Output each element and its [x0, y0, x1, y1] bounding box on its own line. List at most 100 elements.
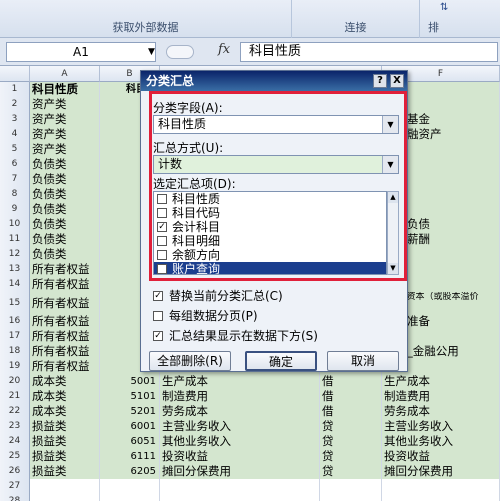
- table-cell[interactable]: 负债类: [30, 202, 100, 217]
- row-header[interactable]: 22: [0, 404, 30, 419]
- table-cell[interactable]: 资产类: [30, 127, 100, 142]
- checkbox[interactable]: [153, 311, 163, 321]
- row-header[interactable]: 5: [0, 142, 30, 157]
- row-header[interactable]: 19: [0, 359, 30, 374]
- summary-function-select[interactable]: 计数 ▼: [153, 155, 399, 174]
- row-header[interactable]: 11: [0, 232, 30, 247]
- row-header[interactable]: 21: [0, 389, 30, 404]
- table-cell[interactable]: 摊回分保费用: [160, 464, 320, 479]
- formula-toggle-icon[interactable]: [166, 45, 194, 59]
- table-cell[interactable]: 负债类: [30, 247, 100, 262]
- table-cell[interactable]: 投资收益: [382, 449, 500, 464]
- table-cell[interactable]: 所有者权益: [30, 262, 100, 277]
- table-cell[interactable]: 借: [320, 374, 382, 389]
- table-cell[interactable]: 损益类: [30, 419, 100, 434]
- row-header[interactable]: 2: [0, 97, 30, 112]
- row-header[interactable]: 14: [0, 277, 30, 292]
- table-cell[interactable]: [382, 494, 500, 501]
- formula-input[interactable]: 科目性质: [240, 42, 498, 62]
- row-header[interactable]: 13: [0, 262, 30, 277]
- table-cell[interactable]: 贷: [320, 434, 382, 449]
- table-cell[interactable]: 其他业务收入: [382, 434, 500, 449]
- table-cell[interactable]: 成本类: [30, 404, 100, 419]
- ribbon-group-connections[interactable]: 连接: [292, 0, 420, 38]
- list-item[interactable]: ✓ 会计科目: [154, 220, 386, 234]
- checkbox[interactable]: [157, 236, 167, 246]
- table-cell[interactable]: [30, 494, 100, 501]
- checkbox[interactable]: [157, 208, 167, 218]
- table-cell[interactable]: 所有者权益: [30, 292, 100, 314]
- table-cell[interactable]: 贷: [320, 419, 382, 434]
- row-header[interactable]: 17: [0, 329, 30, 344]
- group-field-select[interactable]: 科目性质 ▼: [153, 115, 399, 134]
- summary-below-option[interactable]: ✓ 汇总结果显示在数据下方(S): [153, 329, 318, 343]
- table-cell[interactable]: 贷: [320, 449, 382, 464]
- row-header[interactable]: 9: [0, 202, 30, 217]
- table-cell[interactable]: 主营业务收入: [160, 419, 320, 434]
- table-cell[interactable]: 摊回分保费用: [382, 464, 500, 479]
- table-cell[interactable]: 6051: [100, 434, 160, 449]
- list-item[interactable]: 账户查询: [154, 262, 386, 274]
- table-cell[interactable]: 主营业务收入: [382, 419, 500, 434]
- close-button[interactable]: X: [390, 74, 404, 88]
- checkbox[interactable]: ✓: [157, 222, 167, 232]
- select-all-corner[interactable]: [0, 66, 30, 82]
- table-cell[interactable]: 劳务成本: [160, 404, 320, 419]
- table-cell[interactable]: 劳务成本: [382, 404, 500, 419]
- chevron-down-icon[interactable]: ▼: [382, 116, 398, 133]
- table-cell[interactable]: 生产成本: [382, 374, 500, 389]
- table-cell[interactable]: 资产类: [30, 97, 100, 112]
- table-cell[interactable]: 资产类: [30, 142, 100, 157]
- row-header[interactable]: 8: [0, 187, 30, 202]
- replace-current-option[interactable]: ✓ 替换当前分类汇总(C): [153, 289, 283, 303]
- sort-icon[interactable]: ⇅: [440, 2, 452, 16]
- row-header[interactable]: 15: [0, 292, 30, 314]
- chevron-down-icon[interactable]: ▼: [382, 156, 398, 173]
- row-header[interactable]: 10: [0, 217, 30, 232]
- row-header[interactable]: 23: [0, 419, 30, 434]
- checkbox[interactable]: ✓: [153, 291, 163, 301]
- list-item[interactable]: 科目性质: [154, 192, 386, 206]
- list-scrollbar[interactable]: ▲ ▼: [387, 191, 399, 275]
- row-header[interactable]: 25: [0, 449, 30, 464]
- list-item[interactable]: 余额方向: [154, 248, 386, 262]
- name-box[interactable]: A1: [6, 42, 156, 62]
- table-cell[interactable]: 6111: [100, 449, 160, 464]
- table-cell[interactable]: 负债类: [30, 187, 100, 202]
- row-header[interactable]: 4: [0, 127, 30, 142]
- chevron-down-icon[interactable]: ▼: [148, 47, 155, 57]
- table-cell[interactable]: 成本类: [30, 374, 100, 389]
- help-button[interactable]: ?: [373, 74, 387, 88]
- table-cell[interactable]: 损益类: [30, 449, 100, 464]
- list-item[interactable]: 科目代码: [154, 206, 386, 220]
- checkbox[interactable]: [157, 194, 167, 204]
- checkbox[interactable]: ✓: [153, 331, 163, 341]
- row-header[interactable]: 6: [0, 157, 30, 172]
- ok-button[interactable]: 确定: [245, 351, 317, 371]
- table-cell[interactable]: [30, 479, 100, 494]
- remove-all-button[interactable]: 全部删除(R): [149, 351, 231, 371]
- table-cell[interactable]: 所有者权益: [30, 344, 100, 359]
- table-cell[interactable]: 贷: [320, 464, 382, 479]
- list-item[interactable]: 科目明细: [154, 234, 386, 248]
- table-cell[interactable]: 5101: [100, 389, 160, 404]
- row-header[interactable]: 24: [0, 434, 30, 449]
- table-cell[interactable]: 成本类: [30, 389, 100, 404]
- table-cell[interactable]: 5201: [100, 404, 160, 419]
- table-cell[interactable]: 生产成本: [160, 374, 320, 389]
- row-header[interactable]: 1: [0, 82, 30, 97]
- table-cell[interactable]: 借: [320, 404, 382, 419]
- table-cell[interactable]: [320, 479, 382, 494]
- row-header[interactable]: 26: [0, 464, 30, 479]
- table-cell[interactable]: 损益类: [30, 434, 100, 449]
- table-cell[interactable]: 负债类: [30, 232, 100, 247]
- row-header[interactable]: 18: [0, 344, 30, 359]
- cancel-button[interactable]: 取消: [327, 351, 399, 371]
- column-header-a[interactable]: A: [30, 66, 100, 82]
- table-cell[interactable]: [100, 494, 160, 501]
- ribbon-group-external-data[interactable]: 获取外部数据: [0, 0, 292, 38]
- page-break-option[interactable]: 每组数据分页(P): [153, 309, 258, 323]
- table-cell[interactable]: 其他业务收入: [160, 434, 320, 449]
- checkbox[interactable]: [157, 250, 167, 260]
- ribbon-group-sort[interactable]: 排: [420, 0, 500, 38]
